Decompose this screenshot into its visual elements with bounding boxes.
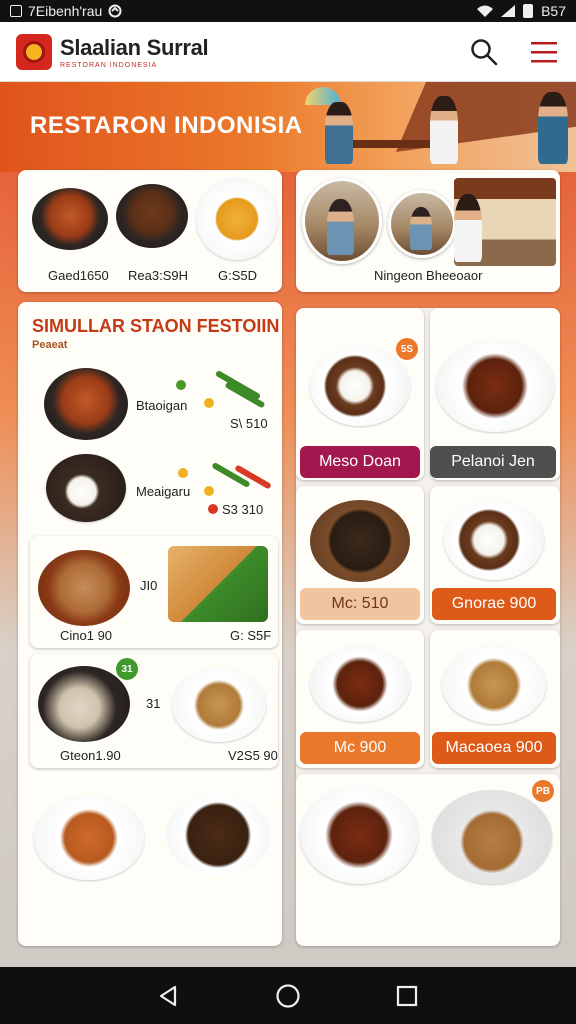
dish-image: [166, 794, 270, 876]
dish-image: [116, 184, 188, 248]
dining-photo: [388, 190, 456, 258]
dish-image: [432, 790, 552, 884]
dish-image: [300, 786, 418, 884]
dish-cell[interactable]: Macaoea 900: [430, 630, 560, 768]
dish-label-button[interactable]: Mc 900: [300, 732, 420, 764]
menu-icon: [531, 41, 557, 62]
waiter-illustration: [454, 194, 482, 262]
status-time: B57: [541, 3, 566, 19]
menu-row[interactable]: [18, 776, 282, 936]
dish-image: [38, 550, 130, 626]
dish-pair-card[interactable]: 31 31 Gteon1.90 V2S5 90: [30, 654, 278, 768]
back-button[interactable]: [154, 981, 184, 1011]
dish-grid-card: 5S Meso Doan Pelanoi Jen Mc: 510 Gnorae …: [296, 308, 560, 946]
menu-row[interactable]: Meaigaru S3 310: [18, 448, 282, 530]
screenshot-icon: [10, 5, 22, 17]
dish-label-button[interactable]: Meso Doan: [300, 446, 420, 478]
dish-cell[interactable]: PB: [296, 774, 560, 946]
dish-image: [32, 188, 108, 250]
dish-image: [172, 668, 266, 742]
battery-icon: [523, 4, 534, 18]
hero-banner: RESTARON INDONISIA: [0, 82, 576, 172]
dish-badge: 31: [116, 658, 138, 680]
status-bar: 7Eibenh'rau B57: [0, 0, 576, 22]
system-nav-bar: [0, 967, 576, 1024]
recents-icon: [396, 985, 417, 1006]
dish-cell[interactable]: Gnorae 900: [430, 486, 560, 624]
dish-image: [444, 500, 544, 580]
dish-label-button[interactable]: Gnorae 900: [432, 588, 556, 620]
menu-item-name: Meaigaru: [136, 484, 191, 499]
wifi-icon: [477, 5, 494, 17]
dish-badge: 5S: [396, 338, 418, 360]
dish-label: V2S5 90: [228, 748, 278, 763]
dish-label: Cino1 90: [60, 628, 113, 643]
table-illustration: [350, 140, 440, 148]
chili-icon: [208, 504, 218, 514]
chili-icon: [204, 398, 214, 408]
dish-image: [310, 500, 410, 582]
home-button[interactable]: [273, 981, 303, 1011]
signal-icon: [501, 5, 516, 17]
dish-label: G: S5F: [230, 628, 272, 643]
dish-label-button[interactable]: Pelanoi Jen: [430, 446, 556, 478]
dish-image: [38, 666, 130, 742]
dish-number: 31: [146, 696, 161, 711]
dish-image: [196, 178, 278, 260]
dish-cell[interactable]: Pelanoi Jen: [430, 308, 560, 480]
dining-room-card[interactable]: Ningeon Bheeoaor: [296, 170, 560, 292]
garnish-icon: [176, 380, 186, 390]
dish-image: [44, 368, 128, 440]
menu-item-price: S\ 510: [230, 416, 268, 431]
chili-icon: [204, 486, 214, 496]
dish-pair-card[interactable]: JI0 Cino1 90 G: S5F: [30, 536, 278, 648]
dish-image: [436, 340, 554, 432]
menu-list-card: SIMULLAR STAON FESTOIIN Peaeat Btaoigan …: [18, 302, 282, 946]
dish-image: [310, 346, 410, 426]
dining-photo: [302, 178, 382, 264]
dish-label-button[interactable]: Mc: 510: [300, 588, 420, 620]
menu-button[interactable]: [528, 36, 560, 68]
dish-image: [46, 454, 126, 522]
recents-button[interactable]: [392, 981, 422, 1011]
dish-label-button[interactable]: Macaoea 900: [432, 732, 556, 764]
dish-image: [442, 646, 546, 724]
home-icon: [276, 983, 300, 1008]
search-button[interactable]: [468, 36, 500, 68]
app-header: Slaalian Surral RESTORAN INDONESIA: [0, 22, 576, 82]
dish-cell[interactable]: Mc: 510: [296, 486, 424, 624]
dining-caption: Ningeon Bheeoaor: [374, 268, 483, 283]
brand: Slaalian Surral RESTORAN INDONESIA: [60, 34, 209, 69]
dish-label: Rea3:S9H: [128, 268, 188, 283]
dish-image: [168, 546, 268, 622]
diner-illustration: [430, 96, 458, 164]
dish-image: [310, 646, 410, 722]
status-left-text: 7Eibenh'rau: [28, 3, 103, 19]
dish-label: Gaed1650: [48, 268, 109, 283]
dish-label: Gteon1.90: [60, 748, 121, 763]
menu-section-title: SIMULLAR STAON FESTOIIN: [32, 316, 280, 336]
brand-logo[interactable]: [16, 33, 52, 70]
diner-illustration: [325, 102, 353, 164]
dish-label: G:S5D: [218, 268, 258, 283]
search-icon: [471, 38, 498, 65]
menu-row[interactable]: Btaoigan S\ 510: [18, 358, 282, 444]
dish-cell[interactable]: Mc 900: [296, 630, 424, 768]
brand-subtitle: RESTORAN INDONESIA: [60, 61, 158, 69]
hero-title: RESTARON INDONISIA: [30, 112, 303, 139]
garnish-icon: [178, 468, 188, 478]
menu-item-name: Btaoigan: [136, 398, 188, 413]
menu-section-subtitle: Peaeat: [32, 339, 68, 351]
dish-badge: PB: [532, 780, 554, 802]
sync-icon: [108, 4, 122, 18]
dish-image: [34, 796, 144, 880]
server-illustration: [538, 92, 568, 164]
dish-cell[interactable]: 5S Meso Doan: [296, 308, 424, 480]
dish-number: JI0: [140, 578, 158, 593]
brand-name: Slaalian Surral: [60, 34, 209, 60]
bean-icon: [214, 369, 262, 401]
back-icon: [160, 985, 177, 1006]
menu-item-price: S3 310: [222, 502, 264, 517]
featured-dishes-card[interactable]: Gaed1650 Rea3:S9H G:S5D: [18, 170, 282, 292]
